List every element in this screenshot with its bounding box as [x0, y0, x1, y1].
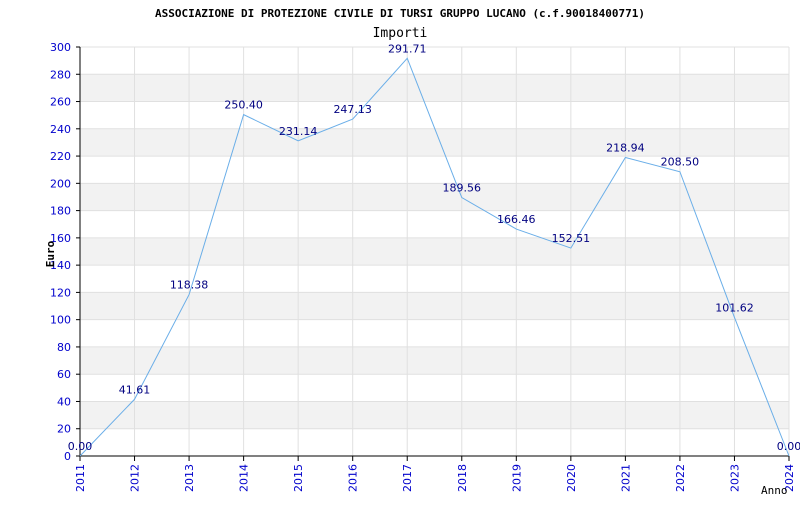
y-tick-label: 180 — [50, 205, 71, 218]
x-tick-label: 2016 — [347, 464, 360, 492]
x-axis-label: Anno — [761, 484, 788, 497]
y-tick-label: 240 — [50, 123, 71, 136]
x-tick-labels: 2011 2012 2013 2014 2015 2016 2017 2018 2019 2020… — [74, 464, 796, 492]
y-tick-label: 100 — [50, 314, 71, 327]
y-tick-label: 200 — [50, 177, 71, 190]
x-tick-label: 2014 — [238, 464, 251, 492]
chart-canvas: 0204060801001201401601802002202402602803… — [44, 7, 800, 497]
x-tick-label: 2023 — [728, 464, 741, 492]
data-label: 101.62 — [715, 301, 754, 314]
y-tick-label: 40 — [57, 395, 71, 408]
data-label: 291.71 — [388, 42, 427, 55]
data-label: 0.00 — [68, 440, 93, 453]
data-label: 152.51 — [552, 232, 591, 245]
y-tick-label: 260 — [50, 96, 71, 109]
data-label: 41.61 — [119, 383, 151, 396]
data-label: 189.56 — [443, 182, 482, 195]
chart-subtitle: Importi — [373, 26, 428, 41]
data-label: 166.46 — [497, 213, 536, 226]
y-tick-label: 60 — [57, 368, 71, 381]
y-tick-label: 120 — [50, 286, 71, 299]
y-axis-label: Euro — [44, 240, 57, 267]
x-tick-label: 2017 — [401, 464, 414, 492]
x-tick-label: 2013 — [183, 464, 196, 492]
x-tick-label: 2021 — [619, 464, 632, 492]
x-tick-label: 2019 — [510, 464, 523, 492]
y-tick-label: 220 — [50, 150, 71, 163]
data-label: 0.00 — [777, 440, 800, 453]
x-tick-label: 2018 — [456, 464, 469, 492]
data-label: 218.94 — [606, 142, 645, 155]
grid-band — [80, 74, 789, 102]
data-label: 118.38 — [170, 279, 209, 292]
data-label: 250.40 — [224, 99, 263, 112]
grid-band — [80, 237, 789, 266]
x-tick-label: 2020 — [565, 464, 578, 492]
y-tick-label: 80 — [57, 341, 71, 354]
y-tick-label: 20 — [57, 423, 71, 436]
data-label: 231.14 — [279, 125, 318, 138]
y-tick-label: 300 — [50, 41, 71, 54]
grid-band — [80, 346, 789, 375]
line-chart: 0 20 40 60 80 100 120 140 160 180 200 220 240 260 280 3… — [0, 0, 800, 500]
data-label: 208.50 — [661, 156, 700, 169]
x-tick-label: 2012 — [129, 464, 142, 492]
chart-title: ASSOCIAZIONE DI PROTEZIONE CIVILE DI TUR… — [155, 7, 645, 20]
x-tick-label: 2022 — [674, 464, 687, 492]
x-tick-label: 2015 — [292, 464, 305, 492]
x-tick-label: 2011 — [74, 464, 87, 492]
grid-band — [80, 292, 789, 320]
grid-band — [80, 401, 789, 429]
data-label: 247.13 — [333, 103, 372, 116]
y-tick-label: 280 — [50, 68, 71, 81]
grid-band — [80, 183, 789, 211]
grid-band — [80, 128, 789, 157]
